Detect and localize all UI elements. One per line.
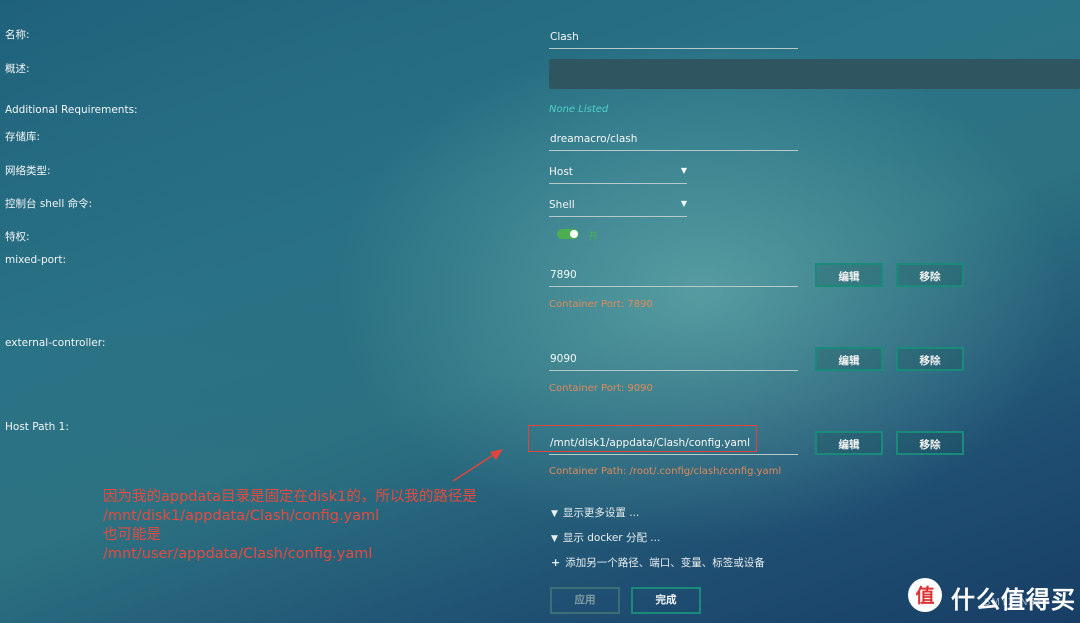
- annotation-line-4: /mnt/user/appdata/Clash/config.yaml: [103, 546, 373, 562]
- add-another-link[interactable]: + 添加另一个路径、端口、变量、标签或设备: [551, 555, 765, 570]
- chevron-down-icon: ▼: [551, 534, 558, 544]
- svg-text:值: 值: [915, 584, 934, 607]
- show-docker-allocation-link[interactable]: ▼ 显示 docker 分配 ...: [551, 530, 660, 545]
- annotation-note: 因为我的appdata目录是固定在disk1的，所以我的路径是 /mnt/dis…: [103, 488, 477, 564]
- show-docker-allocation-label: 显示 docker 分配 ...: [562, 532, 661, 544]
- annotation-line-1: 因为我的appdata目录是固定在disk1的，所以我的路径是: [103, 489, 477, 505]
- annotation-line-2: /mnt/disk1/appdata/Clash/config.yaml: [103, 508, 380, 524]
- chevron-down-icon: ▼: [551, 509, 558, 519]
- watermark-site: SMYZ.NET: [984, 597, 1044, 608]
- plus-icon: +: [551, 556, 561, 569]
- logo-mark-icon: 值: [915, 584, 934, 607]
- smzdm-logo-icon: 值: [908, 578, 942, 612]
- show-more-settings-label: 显示更多设置 ...: [562, 507, 640, 519]
- show-more-settings-link[interactable]: ▼ 显示更多设置 ...: [551, 505, 639, 520]
- annotation-line-3: 也可能是: [103, 527, 161, 543]
- done-button[interactable]: 完成: [631, 587, 701, 614]
- apply-button[interactable]: 应用: [550, 587, 620, 614]
- add-another-label: 添加另一个路径、端口、变量、标签或设备: [565, 557, 765, 569]
